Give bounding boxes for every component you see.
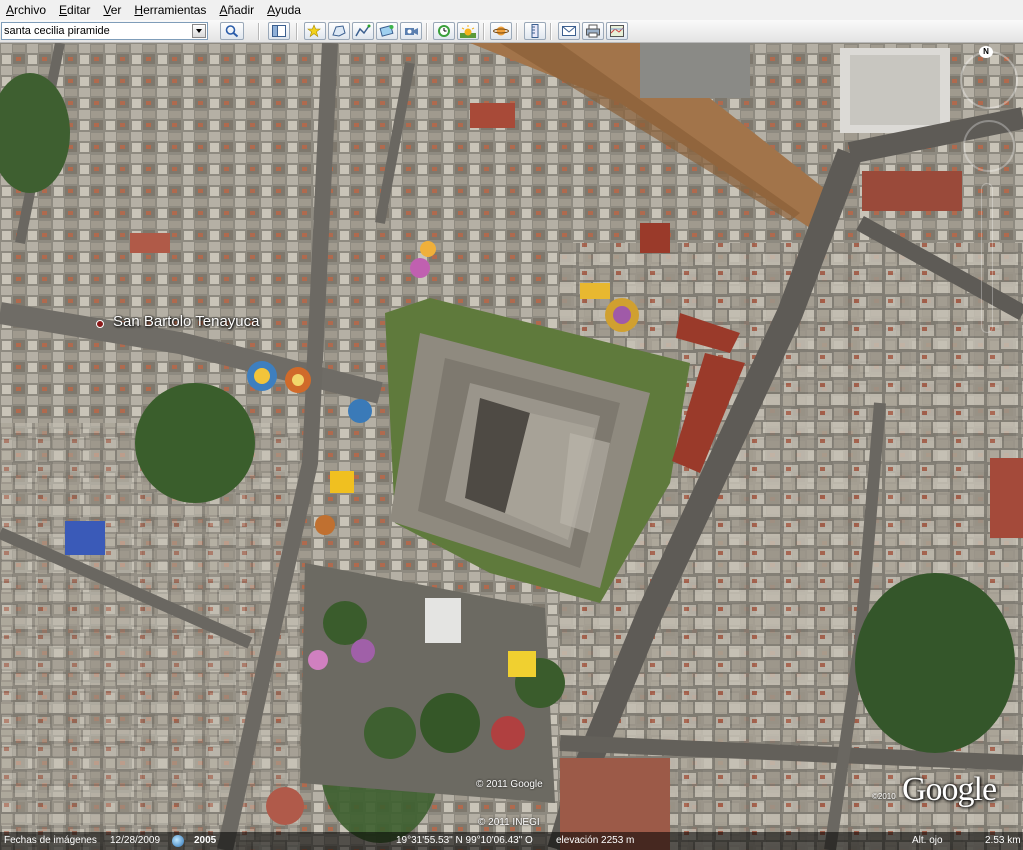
path-icon [355, 24, 371, 37]
place-label[interactable]: San Bartolo Tenayuca [113, 313, 260, 330]
menu-bar: Archivo Editar Ver Herramientas Añadir A… [0, 0, 1023, 20]
toolbar-separator [550, 23, 552, 40]
polygon-icon [332, 25, 346, 37]
sunlight-icon [460, 25, 476, 38]
image-overlay-icon [379, 24, 394, 37]
print-icon [586, 24, 600, 38]
menu-editar[interactable]: Editar [53, 0, 97, 20]
toolbar-separator [296, 23, 298, 40]
coordinates-readout: 19°31'55.53" N 99°10'06.43" O [396, 835, 533, 846]
status-bar: Fechas de imágenes 12/28/2009 2005 19°31… [0, 832, 1023, 850]
toolbar-separator [483, 23, 485, 40]
brand-year: ©2010 [872, 792, 896, 801]
planets-button[interactable] [490, 22, 512, 40]
toolbar-separator [258, 23, 260, 40]
ruler-button[interactable] [524, 22, 546, 40]
sunlight-button[interactable] [457, 22, 479, 40]
imagery-date: 12/28/2009 [110, 835, 161, 846]
historical-imagery-button[interactable] [433, 22, 455, 40]
planets-icon [493, 26, 509, 36]
placemark-icon [307, 24, 321, 38]
email-icon [562, 26, 576, 36]
imagery-date-label: Fechas de imágenes [4, 835, 97, 846]
record-tour-icon [405, 28, 418, 35]
search-dropdown-button[interactable] [192, 24, 206, 38]
add-polygon-button[interactable] [328, 22, 350, 40]
add-placemark-button[interactable] [304, 22, 326, 40]
print-button[interactable] [582, 22, 604, 40]
history-year[interactable]: 2005 [194, 835, 216, 846]
record-tour-button[interactable] [400, 22, 422, 40]
menu-herramientas[interactable]: Herramientas [128, 0, 213, 20]
menu-archivo[interactable]: Archivo [0, 0, 53, 20]
compass-north-indicator[interactable]: N [979, 46, 993, 58]
pan-control[interactable] [963, 120, 1015, 172]
view-in-maps-button[interactable] [606, 22, 628, 40]
google-logo: Google [902, 771, 997, 808]
search-input[interactable]: santa cecilia piramide [1, 22, 208, 40]
copyright-google: © 2011 Google [476, 779, 543, 790]
search-icon [225, 25, 239, 38]
menu-anadir[interactable]: Añadir [213, 0, 261, 20]
zoom-slider[interactable] [981, 183, 993, 333]
toolbar-separator [426, 23, 428, 40]
historical-imagery-icon [438, 25, 450, 37]
toolbar-separator [516, 23, 518, 40]
ruler-icon [531, 24, 539, 38]
view-in-maps-icon [610, 25, 624, 37]
map-view[interactable]: N San Bartolo Tenayuca © 2011 Google © 2… [0, 43, 1023, 850]
eye-altitude-label: Alt. ojo [912, 835, 943, 846]
compass-control[interactable] [960, 51, 1018, 109]
toolbar: santa cecilia piramide [0, 20, 1023, 43]
image-overlay-button[interactable] [376, 22, 398, 40]
historical-imagery-icon[interactable] [172, 835, 184, 847]
email-button[interactable] [558, 22, 580, 40]
add-path-button[interactable] [352, 22, 374, 40]
sidebar-toggle-icon [272, 25, 286, 37]
eye-altitude-value: 2.53 km [985, 835, 1021, 846]
sidebar-toggle-button[interactable] [268, 22, 290, 40]
menu-ver[interactable]: Ver [97, 0, 128, 20]
search-button[interactable] [220, 22, 244, 40]
placemark-pin-icon[interactable] [96, 320, 104, 328]
elevation-readout: elevación 2253 m [556, 835, 635, 846]
satellite-imagery [0, 43, 1023, 850]
menu-ayuda[interactable]: Ayuda [261, 0, 308, 20]
search-input-value[interactable]: santa cecilia piramide [2, 25, 192, 37]
copyright-inegi: © 2011 INEGI [478, 817, 540, 828]
